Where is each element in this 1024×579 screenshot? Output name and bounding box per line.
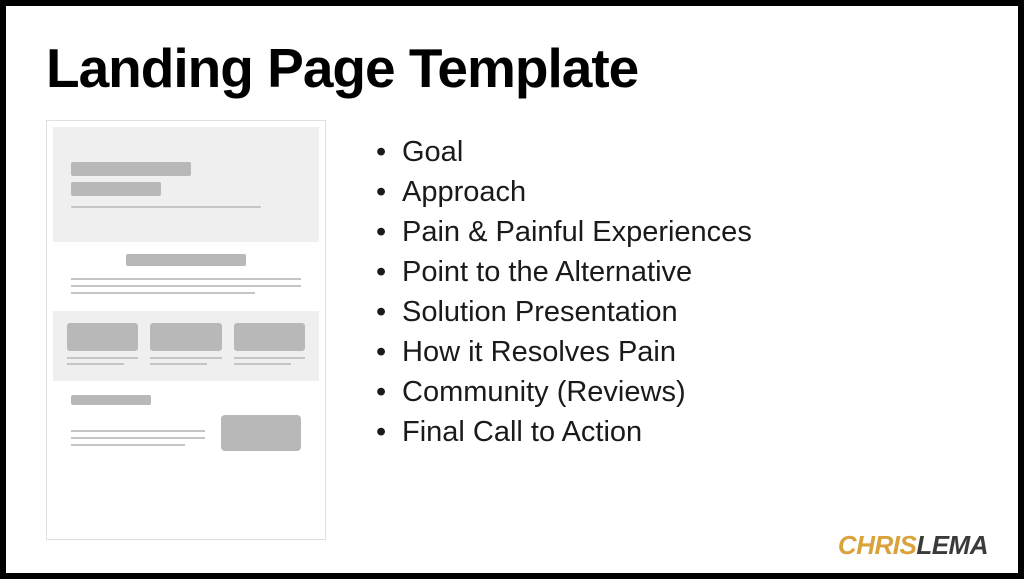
list-item: Goal bbox=[376, 132, 752, 172]
logo: CHRISLEMA bbox=[838, 530, 988, 561]
logo-part2: LEMA bbox=[916, 530, 988, 560]
wireframe-placeholder bbox=[71, 395, 151, 405]
wireframe-section bbox=[53, 242, 319, 311]
wireframe-placeholder bbox=[234, 323, 305, 351]
list-item: Solution Presentation bbox=[376, 292, 752, 332]
wireframe-lines bbox=[71, 430, 205, 451]
wireframe-placeholder bbox=[71, 278, 301, 280]
bullet-list: Goal Approach Pain & Painful Experiences… bbox=[376, 120, 752, 452]
wireframe-placeholder bbox=[71, 285, 301, 287]
wireframe-placeholder bbox=[71, 292, 255, 294]
wireframe-placeholder bbox=[71, 437, 205, 439]
wireframe-placeholder bbox=[150, 363, 207, 365]
slide-container: Landing Page Template bbox=[0, 0, 1024, 579]
list-item: Community (Reviews) bbox=[376, 372, 752, 412]
wireframe-placeholder bbox=[234, 357, 305, 359]
list-item: Approach bbox=[376, 172, 752, 212]
content-row: Goal Approach Pain & Painful Experiences… bbox=[46, 120, 978, 540]
page-title: Landing Page Template bbox=[46, 36, 978, 100]
wireframe-button bbox=[221, 415, 301, 451]
wireframe-row bbox=[71, 415, 301, 451]
wireframe-column bbox=[234, 323, 305, 369]
wireframe-placeholder bbox=[71, 206, 261, 208]
wireframe-placeholder bbox=[71, 162, 191, 176]
wireframe-placeholder bbox=[67, 323, 138, 351]
wireframe-column bbox=[150, 323, 221, 369]
wireframe-placeholder bbox=[71, 182, 161, 196]
wireframe-placeholder bbox=[67, 357, 138, 359]
wireframe-mockup bbox=[46, 120, 326, 540]
wireframe-hero bbox=[53, 127, 319, 242]
logo-part1: CHRIS bbox=[838, 530, 916, 560]
wireframe-placeholder bbox=[67, 363, 124, 365]
wireframe-placeholder bbox=[126, 254, 246, 266]
wireframe-placeholder bbox=[71, 430, 205, 432]
list-item: Point to the Alternative bbox=[376, 252, 752, 292]
wireframe-placeholder bbox=[150, 323, 221, 351]
wireframe-placeholder bbox=[71, 444, 185, 446]
wireframe-cta-section bbox=[53, 381, 319, 465]
list-item: Pain & Painful Experiences bbox=[376, 212, 752, 252]
list-item: Final Call to Action bbox=[376, 412, 752, 452]
wireframe-grid bbox=[53, 311, 319, 381]
wireframe-placeholder bbox=[150, 357, 221, 359]
wireframe-placeholder bbox=[234, 363, 291, 365]
wireframe-column bbox=[67, 323, 138, 369]
list-item: How it Resolves Pain bbox=[376, 332, 752, 372]
